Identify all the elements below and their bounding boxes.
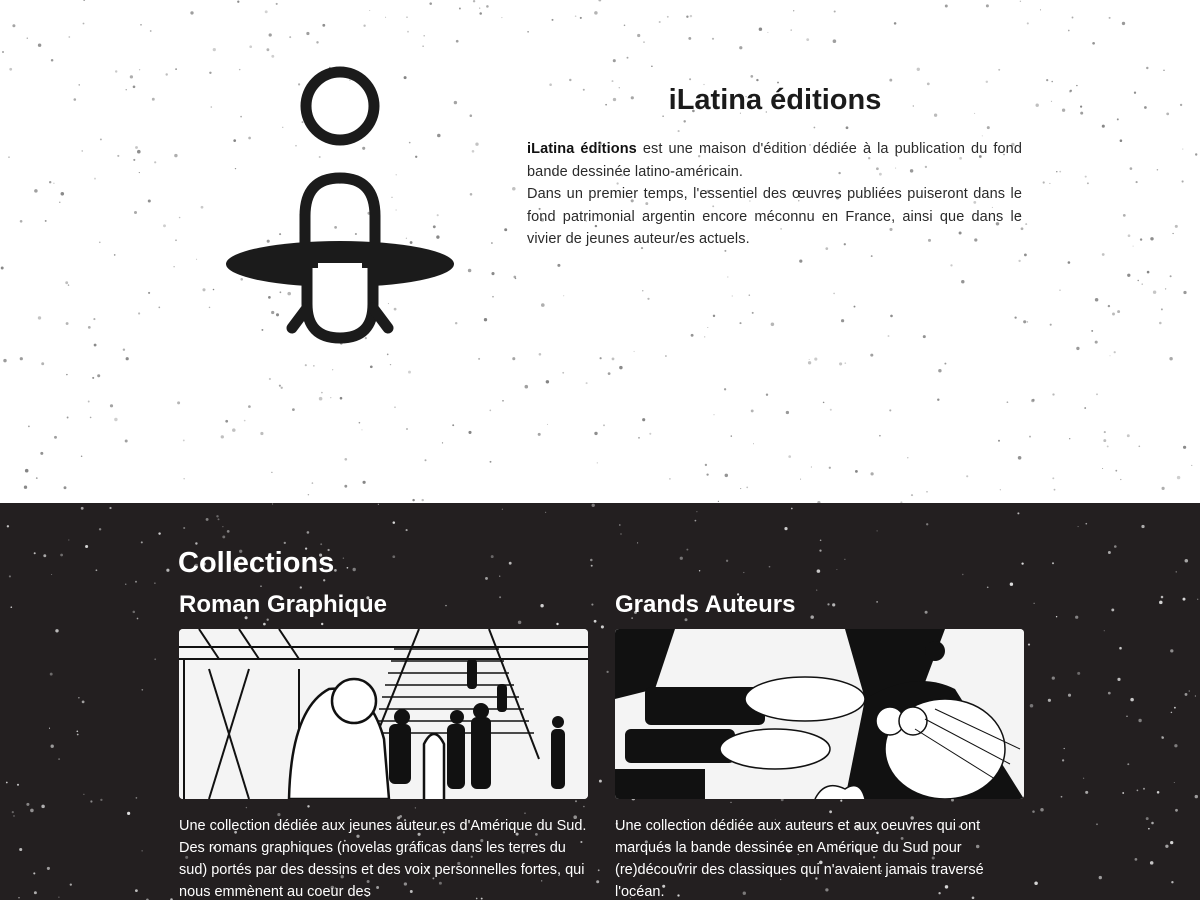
collection-title[interactable]: Grands Auteurs [615,589,1024,621]
speckle-texture [0,0,1198,503]
intro-line-2: Dans un premier temps, l'essentiel des œ… [527,186,1022,247]
comic-panel-gunfire-icon [615,629,1024,799]
comic-panel-crowd-stairs-icon [179,629,588,799]
page-title: iLatina éditions [668,84,882,116]
collection-card-grands-auteurs: Grands Auteurs Une collection dédiée aux… [615,589,1024,900]
collection-description: Une collection dédiée aux auteurs et aux… [615,818,984,900]
intro-brand-name: iLatina éditions [527,141,637,157]
intro-text: iLatina éditions est une maison d'éditio… [527,138,1022,251]
collection-card-roman-graphique: Roman Graphique Une collection dédiée au… [179,589,588,900]
collection-image-roman-graphique[interactable] [179,629,588,799]
about-section: iLatina éditions iLatina éditions est un… [0,0,1200,503]
collection-title[interactable]: Roman Graphique [179,589,588,621]
collections-heading: Collections [178,547,335,579]
collections-section: Collections Roman Graphique Une collecti… [0,503,1200,900]
collection-description: Une collection dédiée aux jeunes auteur.… [179,818,587,900]
collection-image-grands-auteurs[interactable] [615,629,1024,799]
ilatina-logo-icon [226,66,454,344]
